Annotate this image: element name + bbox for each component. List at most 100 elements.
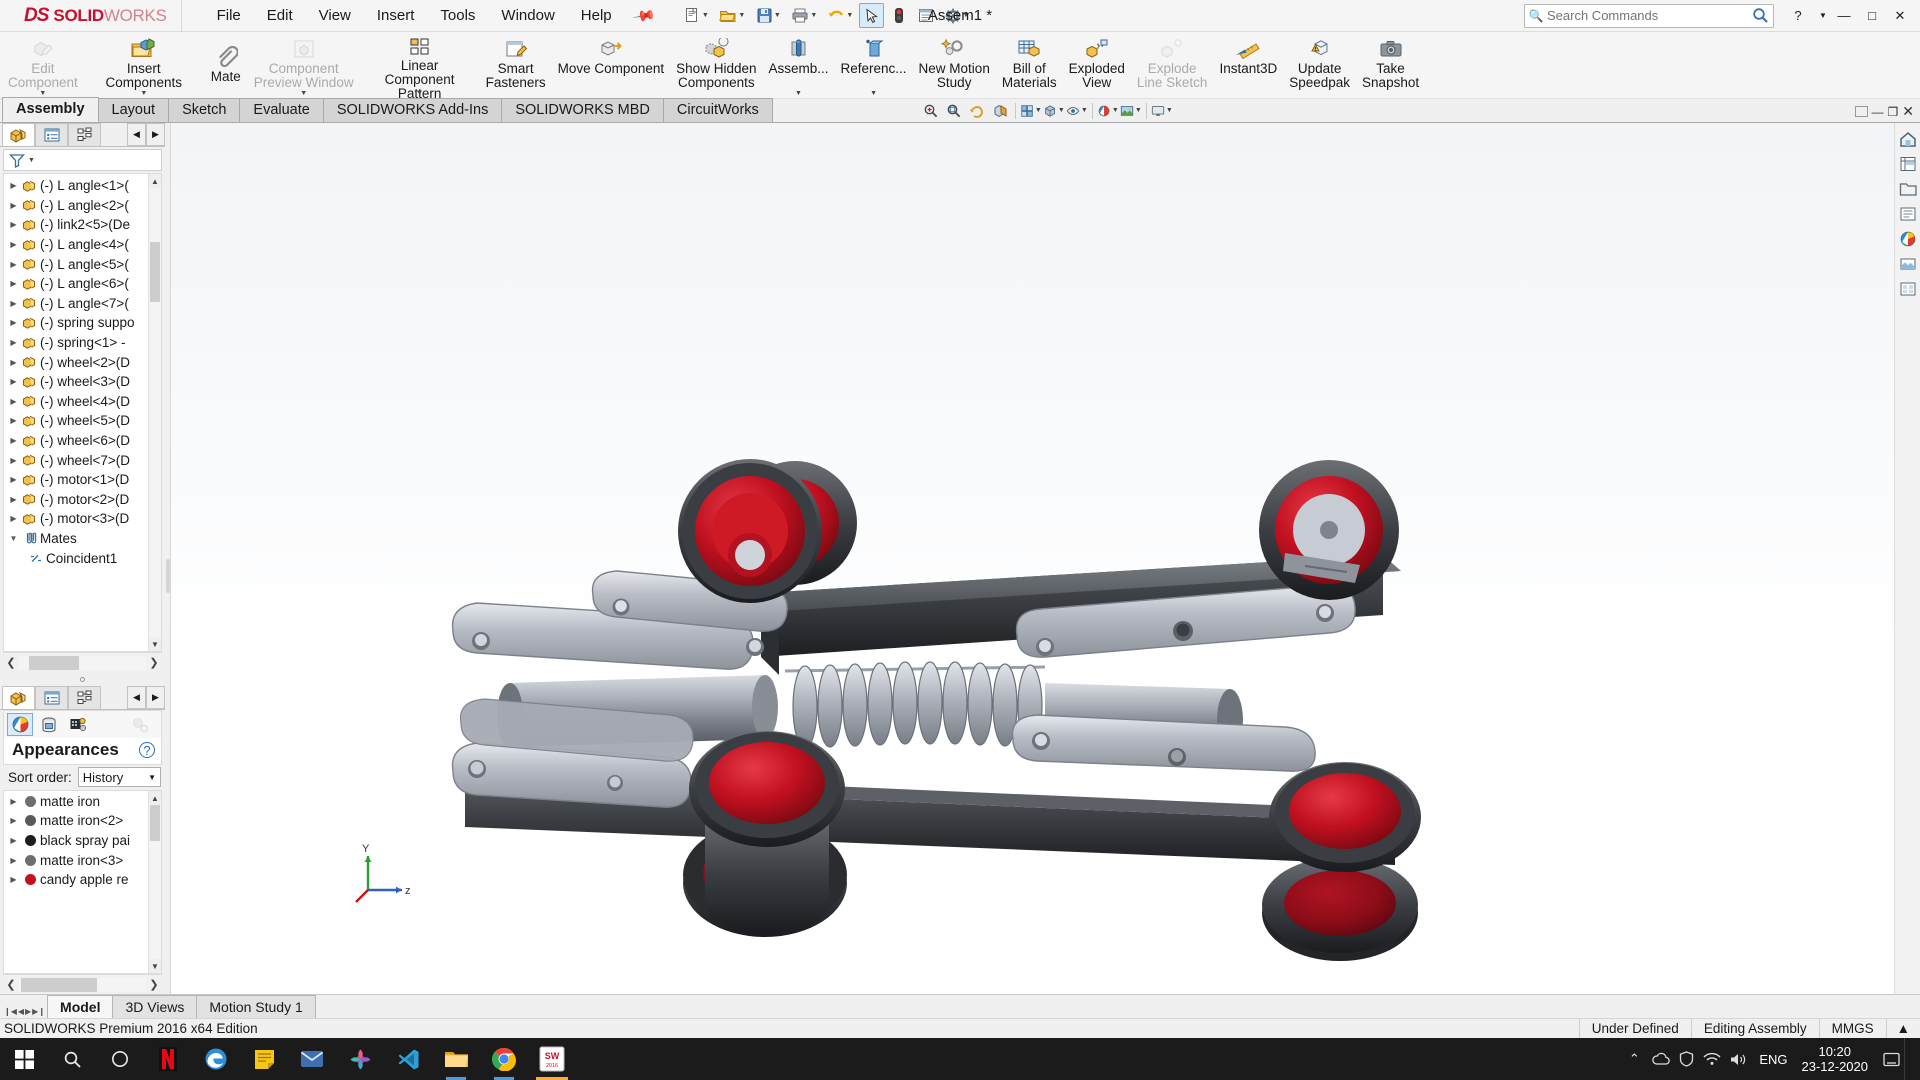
previous-view-icon[interactable] <box>966 100 988 121</box>
expand-arrow-icon[interactable]: ▶ <box>7 456 20 465</box>
ribbon-edit-component[interactable]: Edit Component ▼ <box>2 32 84 98</box>
restore-down-icon[interactable] <box>1854 106 1868 117</box>
ribbon-component-preview-window[interactable]: Component Preview Window ▼ <box>248 32 360 98</box>
options-gear-button[interactable]: ▼ <box>940 3 974 28</box>
render-tools-icon[interactable] <box>1896 277 1920 301</box>
tree-item-mates[interactable]: ▼ Mates <box>4 529 161 549</box>
nav-first-icon[interactable]: ❙◀ <box>4 1007 17 1016</box>
tree-item-l-angle-5[interactable]: ▶ (-) L angle<5> ( <box>4 254 161 274</box>
zoom-to-fit-icon[interactable] <box>920 100 942 121</box>
view-settings-icon[interactable]: ▼ <box>1151 100 1173 121</box>
expand-arrow-icon[interactable]: ▶ <box>7 416 20 425</box>
expand-arrow-icon[interactable]: ▶ <box>7 836 20 845</box>
appearance-tab-prev-button[interactable]: ◀ <box>127 686 146 710</box>
window-close-icon[interactable]: ✕ <box>1902 103 1914 120</box>
nav-prev-icon[interactable]: ◀ <box>18 1007 24 1016</box>
appearance-item-matte-iron[interactable]: ▶ matte iron <box>4 791 161 811</box>
taskbar-app-sticky-notes-icon[interactable] <box>240 1038 288 1080</box>
tree-item-wheel-2[interactable]: ▶ (-) wheel<2> (D <box>4 352 161 372</box>
expand-arrow-icon[interactable]: ▶ <box>7 240 20 249</box>
open-document-button[interactable]: ▼ <box>715 3 749 28</box>
tree-item-link2-5[interactable]: ▶ (-) link2<5> (De <box>4 215 161 235</box>
antivirus-shield-icon[interactable] <box>1673 1038 1699 1080</box>
scene-icon[interactable] <box>1896 252 1920 276</box>
manager-tab-next-button[interactable]: ▶ <box>146 123 165 146</box>
expand-arrow-icon[interactable]: ▶ <box>7 514 20 523</box>
task-view-icon[interactable] <box>96 1038 144 1080</box>
tree-item-l-angle-6[interactable]: ▶ (-) L angle<6> ( <box>4 274 161 294</box>
appearances-list[interactable]: ▶ matte iron ▶ matte iron<2> ▶ black spray … <box>3 790 162 974</box>
ribbon-linear-component-pattern[interactable]: Linear Component Pattern ▼ <box>360 32 480 101</box>
status-units[interactable]: MMGS <box>1818 1018 1886 1039</box>
ribbon-smart-fasteners[interactable]: Smart Fasteners <box>480 32 552 98</box>
zoom-to-area-icon[interactable] <box>943 100 965 121</box>
open-folder-icon[interactable] <box>1896 177 1920 201</box>
taskbar-app-edge-browser-icon[interactable] <box>192 1038 240 1080</box>
windows-start-icon[interactable] <box>0 1038 48 1080</box>
tree-item-l-angle-1[interactable]: ▶ (-) L angle<1> ( <box>4 176 161 196</box>
model-tab-motion-study-1[interactable]: Motion Study 1 <box>196 995 316 1018</box>
tree-item-wheel-4[interactable]: ▶ (-) wheel<4> (D <box>4 392 161 412</box>
taskbar-search-icon[interactable] <box>48 1038 96 1080</box>
scroll-left-arrow-icon[interactable]: ❮ <box>3 656 19 669</box>
ribbon-exploded-view[interactable]: Exploded View <box>1063 32 1131 98</box>
appearance-item-matte-iron-2[interactable]: ▶ matte iron<2> <box>4 811 161 831</box>
tree-item-l-angle-4[interactable]: ▶ (-) L angle<4> ( <box>4 235 161 255</box>
hscroll-thumb[interactable] <box>29 655 79 670</box>
section-view-icon[interactable] <box>989 100 1011 121</box>
expand-arrow-icon[interactable]: ▶ <box>7 358 20 367</box>
chevron-down-icon[interactable]: ▼ <box>870 90 877 97</box>
search-commands-box[interactable]: 🔍 <box>1524 3 1774 28</box>
appearance-item-black-spray-paint[interactable]: ▶ black spray pai <box>4 831 161 851</box>
print-button[interactable]: ▼ <box>787 3 821 28</box>
properties-button[interactable] <box>913 3 938 28</box>
tree-item-l-angle-2[interactable]: ▶ (-) L angle<2> ( <box>4 196 161 216</box>
expand-arrow-icon[interactable]: ▶ <box>7 181 20 190</box>
property-manager-tab-2[interactable] <box>35 686 68 710</box>
tree-item-spring-support[interactable]: ▶ (-) spring suppo <box>4 313 161 333</box>
tab-assembly[interactable]: Assembly <box>2 97 99 122</box>
ribbon-assembly-features[interactable]: Assemb... ▼ <box>762 32 834 98</box>
tab-sketch[interactable]: Sketch <box>168 98 241 122</box>
ribbon-bill-of-materials[interactable]: Bill of Materials <box>996 32 1063 98</box>
ribbon-reference-geometry[interactable]: Referenc... ▼ <box>835 32 913 98</box>
expand-arrow-icon[interactable]: ▶ <box>7 436 20 445</box>
appearances-horizontal-scrollbar[interactable]: ❮ ❯ <box>3 974 162 994</box>
search-input[interactable] <box>1547 8 1747 23</box>
menu-edit[interactable]: Edit <box>254 2 306 29</box>
chevron-down-icon[interactable]: ▼ <box>416 90 423 97</box>
tree-horizontal-scrollbar[interactable]: ❮ ❯ <box>3 652 162 673</box>
expand-arrow-icon[interactable]: ▶ <box>7 260 20 269</box>
maximize-window-button[interactable]: □ <box>1858 3 1886 29</box>
ribbon-insert-components[interactable]: Insert Components ▼ <box>84 32 204 98</box>
network-wifi-icon[interactable] <box>1699 1038 1725 1080</box>
tree-item-wheel-7[interactable]: ▶ (-) wheel<7> (D <box>4 450 161 470</box>
nav-last-icon[interactable]: ▶❙ <box>32 1007 45 1016</box>
feature-manager-tab[interactable] <box>2 123 35 146</box>
help-dropdown-caret[interactable]: ▼ <box>1816 3 1830 29</box>
notification-icon[interactable] <box>1878 1038 1904 1080</box>
undo-button[interactable]: ▼ <box>823 3 857 28</box>
chevron-down-icon[interactable]: ▼ <box>300 90 307 97</box>
expand-arrow-icon[interactable]: ▶ <box>7 299 20 308</box>
hscroll-track[interactable] <box>19 655 146 670</box>
scroll-right-arrow-icon[interactable]: ❯ <box>146 656 162 669</box>
hide-show-items-icon[interactable]: ▼ <box>1066 100 1088 121</box>
ribbon-new-motion-study[interactable]: New Motion Study <box>913 32 996 98</box>
volume-speaker-icon[interactable] <box>1725 1038 1751 1080</box>
help-icon[interactable]: ? <box>139 742 155 759</box>
appearance-tab-next-button[interactable]: ▶ <box>146 686 165 710</box>
ribbon-instant3d[interactable]: Instant3D <box>1213 32 1283 98</box>
tab-evaluate[interactable]: Evaluate <box>239 98 324 122</box>
menu-help[interactable]: Help <box>568 2 625 29</box>
scenes-lights-cameras-icon[interactable] <box>36 713 62 736</box>
taskbar-app-solidworks-icon[interactable]: SW 2016 <box>528 1038 576 1080</box>
suspension-assembly-model[interactable] <box>165 123 1865 983</box>
view-orientation-home-icon[interactable] <box>1896 127 1920 151</box>
chevron-down-icon[interactable]: ▼ <box>795 90 802 97</box>
appearance-item-candy-apple-red[interactable]: ▶ candy apple re <box>4 870 161 890</box>
expand-arrow-icon[interactable]: ▶ <box>7 475 20 484</box>
edit-appearance-icon[interactable]: ▼ <box>1097 100 1119 121</box>
ribbon-explode-line-sketch[interactable]: Explode Line Sketch <box>1131 32 1214 98</box>
appearances-tab-icon[interactable] <box>7 713 33 737</box>
